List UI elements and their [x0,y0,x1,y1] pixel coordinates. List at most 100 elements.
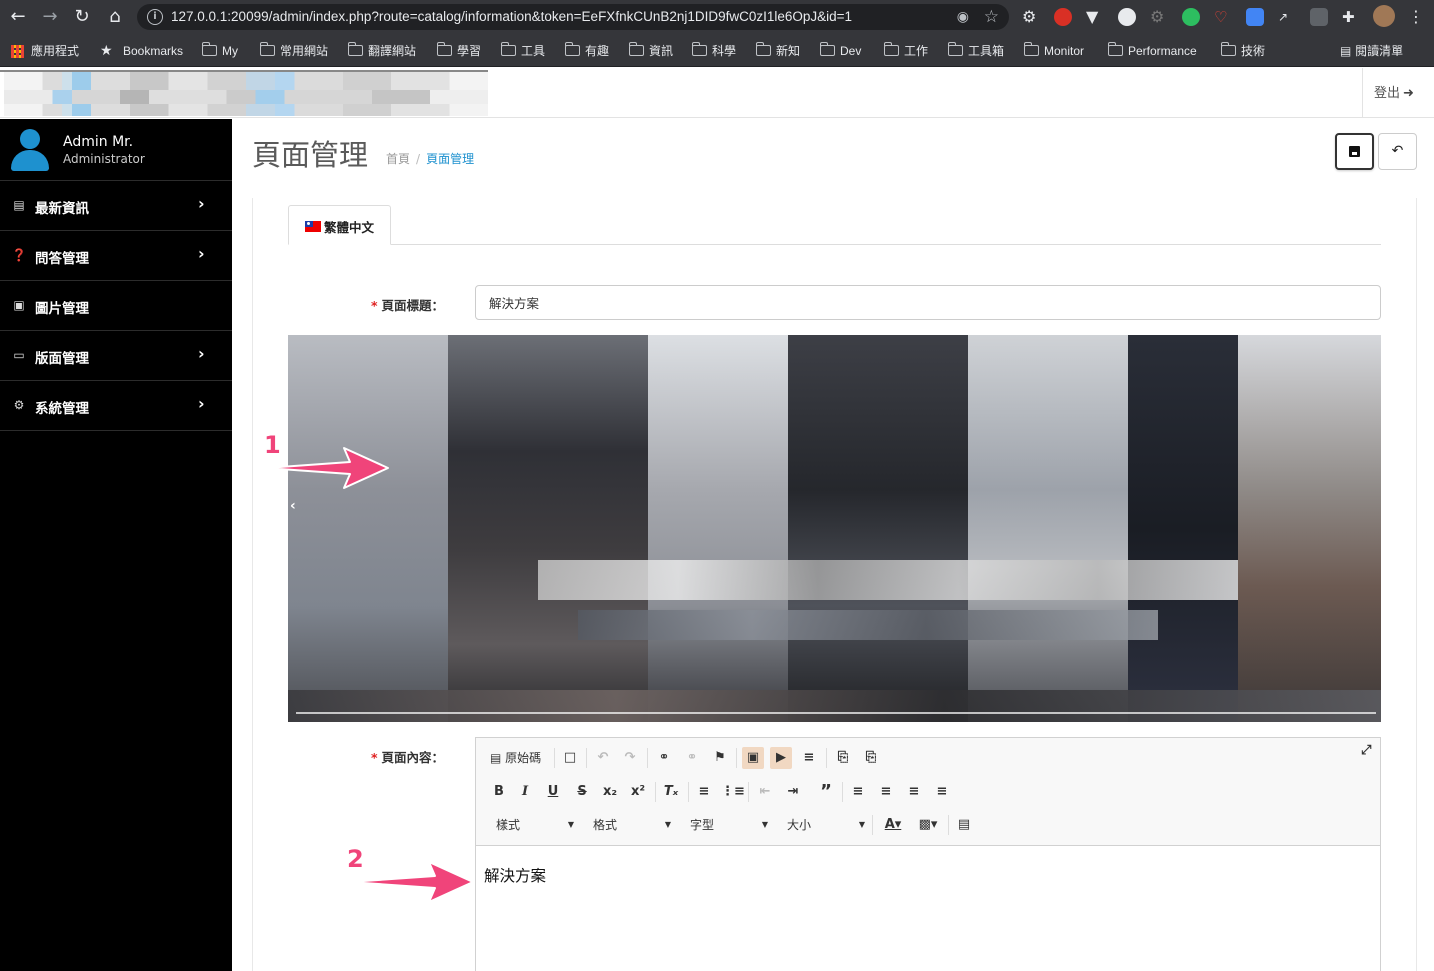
editor-toolbar: ▤ 原始碼 □ ↶ ↷ ⚭ ⚭ ⚑ ▣ ▶ ≡ ⎘ ⎘ ⤢ B I U S x₂… [476,738,1380,846]
address-bar[interactable]: i 127.0.0.1:20099/admin/index.php?route=… [137,4,1009,30]
folder-icon [1220,42,1236,56]
extension-heart-icon[interactable]: ♡ [1214,8,1232,26]
editor-content-area[interactable]: 解決方案 [476,846,1380,971]
tab-language[interactable]: 繁體中文 [288,205,391,245]
bookmark-folder[interactable]: 學習 [436,42,481,60]
chevron-left-icon[interactable]: ‹ [290,498,296,514]
eye-icon[interactable]: ◉ [957,9,969,25]
bookmark-apps[interactable]: 應用程式 [11,42,79,60]
extension-settings-icon[interactable]: ⚙ [1150,8,1168,26]
size-dropdown[interactable]: 大小 ▼ [787,814,865,836]
align-justify-icon[interactable]: ≡ [931,781,953,803]
horizontal-rule-icon[interactable]: ≡ [798,747,820,769]
paste-icon[interactable]: ⎘ [832,747,854,769]
redo-icon[interactable]: ↷ [619,747,641,769]
bookmark-folder[interactable]: 資訊 [628,42,673,60]
extension-adblock-icon[interactable] [1054,8,1072,26]
logout-link[interactable]: 登出 ➜ [1374,82,1414,101]
images-icon: ▣ [13,298,25,312]
sidebar-item-layout[interactable]: ▭ 版面管理 › [0,331,232,381]
outdent-icon[interactable]: ⇤ [754,781,776,803]
text-color-icon[interactable]: A▾ [879,814,907,836]
show-blocks-icon[interactable]: ▤ [953,814,975,836]
bookmark-star-icon[interactable]: ☆ [984,7,999,27]
extension-gear-icon[interactable]: ⚙ [1022,8,1040,26]
format-dropdown[interactable]: 格式 ▼ [593,814,671,836]
numbered-list-icon[interactable]: ≡ [693,781,715,803]
sidebar-item-images[interactable]: ▣ 圖片管理 [0,281,232,331]
blockquote-icon[interactable]: ” [815,781,837,803]
title-input[interactable] [475,285,1381,320]
sidebar-item-system[interactable]: ⚙ 系統管理 › [0,381,232,431]
align-right-icon[interactable]: ≡ [903,781,925,803]
site-logo[interactable] [4,72,488,116]
bookmark-folder[interactable]: 翻譯網站 [347,42,416,60]
source-button[interactable]: ▤ 原始碼 [490,747,548,769]
indent-icon[interactable]: ⇥ [782,781,804,803]
back-button[interactable]: ↶ [1378,133,1417,170]
bookmark-folder[interactable]: Dev [819,42,861,60]
extension-translate-icon[interactable] [1246,8,1264,26]
bookmark-bookmarks[interactable]: ★ Bookmarks [100,42,183,60]
back-arrow-icon[interactable]: ← [6,5,30,29]
reply-arrow-icon: ↶ [1391,143,1404,159]
link-icon[interactable]: ⚭ [653,747,675,769]
extension-evernote-icon[interactable] [1182,8,1200,26]
bookmark-folder[interactable]: 科學 [691,42,736,60]
bookmark-folder[interactable]: 工作 [883,42,928,60]
extension-grid-icon[interactable] [1310,8,1328,26]
save-button[interactable] [1335,133,1374,170]
editor-content-text[interactable]: 解決方案 [484,864,546,886]
bulleted-list-icon[interactable]: ⋮≡ [721,781,745,803]
anchor-flag-icon[interactable]: ⚑ [709,747,731,769]
reading-list[interactable]: ▤ 閱讀清單 [1340,42,1403,59]
subscript-icon[interactable]: x₂ [599,781,621,803]
forward-arrow-icon[interactable]: → [38,5,62,29]
font-dropdown[interactable]: 字型 ▼ [690,814,768,836]
background-color-icon[interactable]: ▩▾ [914,814,942,836]
bookmark-folder[interactable]: 工具箱 [947,42,1004,60]
new-page-icon[interactable]: □ [559,747,581,769]
maximize-icon[interactable]: ⤢ [1361,743,1371,758]
extension-misc-icon[interactable]: ↗ [1278,8,1296,26]
bookmark-folder[interactable]: My [201,42,238,60]
video-embed-icon[interactable]: ▶ [770,747,792,769]
breadcrumb-home[interactable]: 首頁 [386,152,410,166]
home-icon[interactable]: ⌂ [103,5,127,29]
strikethrough-icon[interactable]: S [571,781,593,803]
align-center-icon[interactable]: ≡ [875,781,897,803]
superscript-icon[interactable]: x² [627,781,649,803]
align-left-icon[interactable]: ≡ [847,781,869,803]
profile-avatar[interactable] [1373,5,1395,27]
bookmark-folder[interactable]: 新知 [755,42,800,60]
desktop-icon: ▭ [13,348,25,362]
breadcrumb-current[interactable]: 頁面管理 [426,152,474,166]
extension-circle-icon[interactable] [1118,8,1136,26]
extension-vue-icon[interactable]: ▼ [1086,8,1104,26]
bold-icon[interactable]: B [488,781,510,803]
site-info-icon[interactable]: i [147,9,163,25]
image-insert-icon[interactable]: ▣ [742,747,764,769]
menu-kebab-icon[interactable]: ⋮ [1408,8,1426,26]
reload-icon[interactable]: ↻ [70,5,94,29]
sidebar-item-news[interactable]: ▤ 最新資訊 › [0,181,232,231]
sidebar-item-faq[interactable]: ❓ 問答管理 › [0,231,232,281]
remove-format-icon[interactable]: Tₓ [660,781,682,803]
user-profile[interactable]: Admin Mr. Administrator [0,119,232,181]
bookmark-folder[interactable]: 工具 [500,42,545,60]
extensions-puzzle-icon[interactable]: ✚ [1342,8,1360,26]
bookmark-folder[interactable]: Performance [1107,42,1197,60]
folder-icon [436,42,452,56]
bookmark-folder[interactable]: Monitor [1023,42,1084,60]
paste-text-icon[interactable]: ⎘ [860,747,882,769]
undo-icon[interactable]: ↶ [592,747,614,769]
styles-dropdown[interactable]: 樣式 ▼ [496,814,574,836]
underline-icon[interactable]: U [542,781,564,803]
bookmark-folder[interactable]: 常用網站 [259,42,328,60]
bookmark-folder[interactable]: 有趣 [564,42,609,60]
required-asterisk: * [371,750,378,765]
url-text[interactable]: 127.0.0.1:20099/admin/index.php?route=ca… [171,9,852,24]
bookmark-folder[interactable]: 技術 [1220,42,1265,60]
unlink-icon[interactable]: ⚭ [681,747,703,769]
italic-icon[interactable]: I [514,781,536,803]
